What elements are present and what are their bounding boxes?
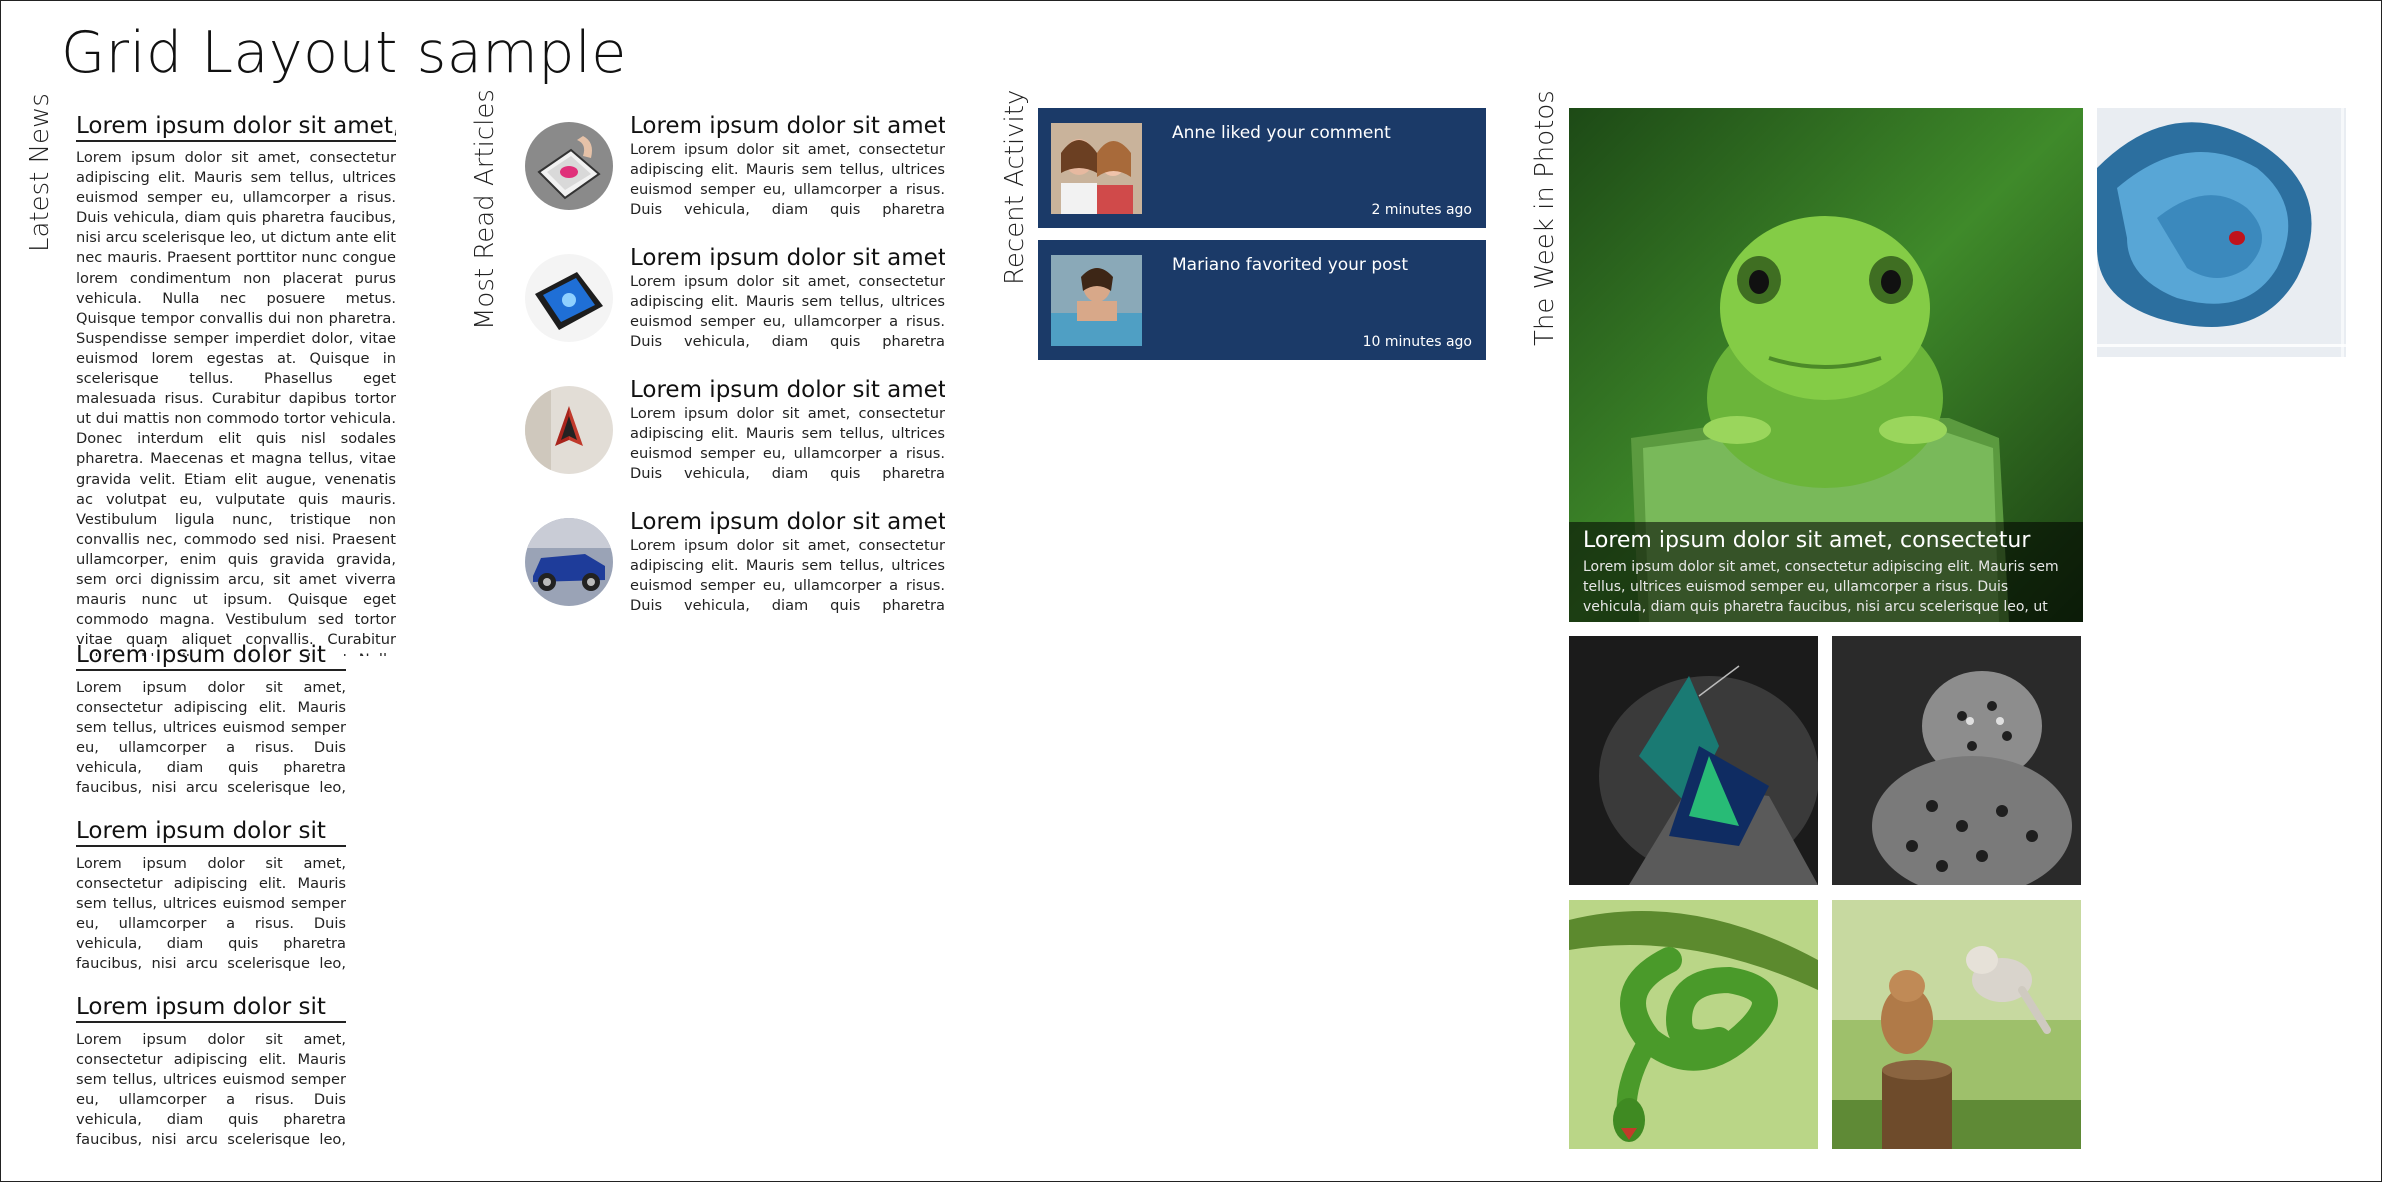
leopard-photo bbox=[1832, 636, 2081, 885]
latest-news-item[interactable]: Lorem ipsum dolor sit Lorem ipsum dolor … bbox=[76, 817, 346, 974]
photo-tile[interactable] bbox=[1569, 636, 1818, 885]
latest-news-item[interactable]: Lorem ipsum dolor sit Lorem ipsum dolor … bbox=[76, 641, 346, 798]
blue-snake-photo bbox=[2097, 108, 2346, 357]
article-body: Lorem ipsum dolor sit amet, consectetur … bbox=[76, 1031, 346, 1149]
page-title: Grid Layout sample bbox=[61, 20, 627, 86]
most-read-item[interactable]: Lorem ipsum dolor sit amet, Lorem ipsum … bbox=[525, 508, 945, 618]
most-read-item[interactable]: Lorem ipsum dolor sit amet, Lorem ipsum … bbox=[525, 112, 945, 222]
friends-photo bbox=[1051, 123, 1142, 214]
article-title: Lorem ipsum dolor sit amet, bbox=[76, 112, 396, 142]
latest-news-item[interactable]: Lorem ipsum dolor sit Lorem ipsum dolor … bbox=[76, 993, 346, 1150]
kittens-photo bbox=[1832, 900, 2081, 1149]
latest-news-main-article[interactable]: Lorem ipsum dolor sit amet, Lorem ipsum … bbox=[76, 112, 396, 656]
most-read-item[interactable]: Lorem ipsum dolor sit amet, Lorem ipsum … bbox=[525, 376, 945, 486]
tablet-photo bbox=[525, 122, 613, 210]
featured-photo-tile[interactable]: Lorem ipsum dolor sit amet, consectetur … bbox=[1569, 108, 2083, 622]
article-title: Lorem ipsum dolor sit amet, bbox=[630, 377, 945, 403]
article-title: Lorem ipsum dolor sit bbox=[76, 641, 346, 671]
photo-tile[interactable] bbox=[1832, 636, 2081, 885]
article-body: Lorem ipsum dolor sit amet, consectetur … bbox=[630, 273, 945, 354]
caption-title: Lorem ipsum dolor sit amet, consectetur bbox=[1583, 528, 2031, 553]
butterfly-photo bbox=[1569, 636, 1818, 885]
activity-text: Mariano favorited your post bbox=[1172, 255, 1409, 275]
activity-item[interactable]: Anne liked your comment 2 minutes ago bbox=[1038, 108, 1486, 228]
activity-time: 2 minutes ago bbox=[1371, 202, 1472, 218]
article-body: Lorem ipsum dolor sit amet, consectetur … bbox=[76, 679, 346, 797]
group-label-recent-activity[interactable]: Recent Activity bbox=[1000, 90, 1030, 285]
green-snake-photo bbox=[1569, 900, 1818, 1149]
article-title: Lorem ipsum dolor sit bbox=[76, 817, 346, 847]
most-read-item[interactable]: Lorem ipsum dolor sit amet, Lorem ipsum … bbox=[525, 244, 945, 354]
pool-photo bbox=[1051, 255, 1142, 346]
article-body: Lorem ipsum dolor sit amet, consectetur … bbox=[630, 537, 945, 618]
article-body: Lorem ipsum dolor sit amet, consectetur … bbox=[630, 405, 945, 486]
activity-text: Anne liked your comment bbox=[1172, 123, 1391, 143]
windows-tablet-photo bbox=[525, 254, 613, 342]
article-body: Lorem ipsum dolor sit amet, consectetur … bbox=[630, 141, 945, 222]
article-title: Lorem ipsum dolor sit bbox=[76, 993, 346, 1023]
photo-caption: Lorem ipsum dolor sit amet, consectetur … bbox=[1569, 522, 2083, 622]
activity-item[interactable]: Mariano favorited your post 10 minutes a… bbox=[1038, 240, 1486, 360]
article-title: Lorem ipsum dolor sit amet, bbox=[630, 509, 945, 535]
activity-time: 10 minutes ago bbox=[1362, 334, 1472, 350]
article-body: Lorem ipsum dolor sit amet, consectetur … bbox=[76, 149, 396, 656]
blue-car-photo bbox=[525, 518, 613, 606]
photo-tile[interactable] bbox=[2097, 108, 2346, 357]
group-label-photos[interactable]: The Week in Photos bbox=[1530, 90, 1560, 346]
caption-text: Lorem ipsum dolor sit amet, consectetur … bbox=[1583, 559, 2059, 615]
photo-tile[interactable] bbox=[1569, 900, 1818, 1149]
group-label-most-read[interactable]: Most Read Articles bbox=[470, 89, 500, 330]
group-label-latest-news[interactable]: Latest News bbox=[25, 93, 55, 252]
butterfly-photo bbox=[525, 386, 613, 474]
article-body: Lorem ipsum dolor sit amet, consectetur … bbox=[76, 855, 346, 973]
article-title: Lorem ipsum dolor sit amet, bbox=[630, 245, 945, 271]
photo-tile[interactable] bbox=[1832, 900, 2081, 1149]
article-title: Lorem ipsum dolor sit amet, bbox=[630, 113, 945, 139]
